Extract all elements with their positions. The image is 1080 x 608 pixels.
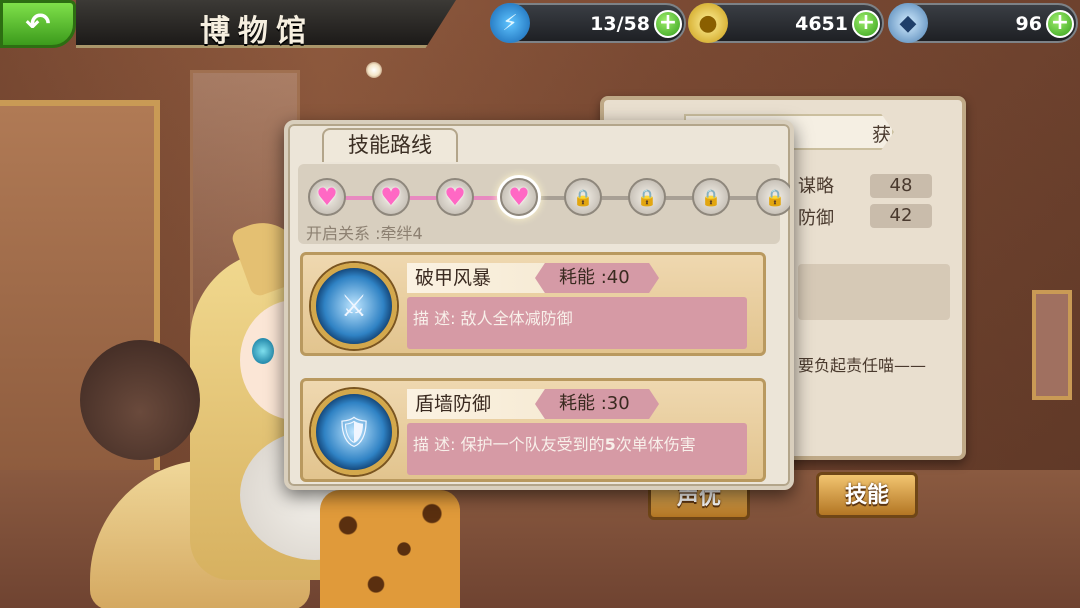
coin-icon: ● bbox=[688, 3, 728, 43]
desc-prefix: 描 述: bbox=[413, 435, 461, 454]
route-node-unlocked[interactable]: ♥ bbox=[308, 178, 346, 216]
route-node-locked[interactable]: 🔒 bbox=[756, 178, 790, 216]
gold-resource: ● 4651 + bbox=[688, 3, 884, 43]
skill-button[interactable]: 技能 bbox=[816, 472, 918, 518]
desc-text: 敌人全体减防御 bbox=[460, 309, 573, 328]
skill-description: 描 述: 敌人全体减防御 bbox=[413, 305, 573, 329]
gem-value: 96 bbox=[1015, 13, 1042, 35]
desc-count: 5 bbox=[604, 435, 616, 454]
energy-resource: ⚡ 13/58 + bbox=[490, 3, 686, 43]
skill-name: 盾墙防御 bbox=[415, 393, 492, 415]
heart-icon: ♥ bbox=[316, 183, 338, 211]
route-node-unlocked[interactable]: ♥ bbox=[436, 178, 474, 216]
lock-icon: 🔒 bbox=[765, 187, 785, 207]
lock-icon: 🔒 bbox=[637, 187, 657, 207]
shield-icon: 🛡 bbox=[311, 389, 397, 475]
skill-cost: 耗能 :30 bbox=[559, 393, 630, 414]
skill-route-modal: 技能路线 ♥ ♥ ♥ ♥ 🔒 🔒 🔒 🔒 开启关系 :牵绊4 ⚔ 破甲风暴 耗能 :40 描 … bbox=[284, 120, 794, 490]
ceiling-lamp bbox=[366, 62, 382, 78]
stat-value-defense: 42 bbox=[870, 204, 932, 228]
heart-icon: ♥ bbox=[508, 183, 530, 211]
stat-label-defense: 防御 bbox=[798, 208, 834, 229]
skill-card[interactable]: 🛡 盾墙防御 耗能 :30 描 述: 保护一个队友受到的5次单体伤害 bbox=[300, 378, 766, 482]
skill-card[interactable]: ⚔ 破甲风暴 耗能 :40 描 述: 敌人全体减防御 bbox=[300, 252, 766, 356]
top-bar: ↶ 博物馆 ⚡ 13/58 + ● 4651 + ◆ 96 + bbox=[0, 0, 1080, 52]
character-leopard-cape bbox=[320, 490, 460, 608]
desc-text-pre: 保护一个队友受到的 bbox=[460, 435, 605, 454]
route-progress-fill bbox=[322, 196, 512, 200]
unlock-requirement: 开启关系 :牵绊4 bbox=[306, 224, 423, 243]
lock-icon: 🔒 bbox=[701, 187, 721, 207]
character-paw bbox=[80, 340, 200, 460]
route-node-unlocked[interactable]: ♥ bbox=[372, 178, 410, 216]
page-title: 博物馆 bbox=[200, 14, 314, 49]
skill-route-bar: ♥ ♥ ♥ ♥ 🔒 🔒 🔒 🔒 开启关系 :牵绊4 bbox=[298, 164, 790, 244]
character-quote: 要负起责任喵—— bbox=[798, 356, 927, 375]
route-node-locked[interactable]: 🔒 bbox=[628, 178, 666, 216]
gem-resource: ◆ 96 + bbox=[888, 3, 1078, 43]
add-gold-button[interactable]: + bbox=[852, 10, 880, 38]
crystal-icon: ◆ bbox=[888, 3, 928, 43]
skill-name: 破甲风暴 bbox=[415, 267, 492, 289]
info-bar bbox=[798, 264, 950, 320]
desc-text-post: 次单体伤害 bbox=[615, 435, 696, 454]
desc-prefix: 描 述: bbox=[413, 309, 461, 328]
skill-route-tab[interactable]: 技能路线 bbox=[322, 128, 458, 162]
lightning-icon: ⚡ bbox=[490, 3, 530, 43]
character-name: 获 bbox=[872, 124, 892, 146]
helmet-sword-icon: ⚔ bbox=[311, 263, 397, 349]
back-button[interactable]: ↶ bbox=[0, 0, 76, 48]
skill-description: 描 述: 保护一个队友受到的5次单体伤害 bbox=[413, 431, 696, 455]
add-gem-button[interactable]: + bbox=[1046, 10, 1074, 38]
skill-cost: 耗能 :40 bbox=[559, 267, 630, 288]
route-node-current[interactable]: ♥ bbox=[500, 178, 538, 216]
heart-icon: ♥ bbox=[380, 183, 402, 211]
add-energy-button[interactable]: + bbox=[654, 10, 682, 38]
back-arrow-icon: ↶ bbox=[25, 6, 51, 42]
route-node-locked[interactable]: 🔒 bbox=[692, 178, 730, 216]
character-eye bbox=[252, 338, 274, 364]
heart-icon: ♥ bbox=[444, 183, 466, 211]
gold-value: 4651 bbox=[795, 13, 848, 35]
energy-value: 13/58 bbox=[590, 13, 650, 35]
stat-label-strategy: 谋略 bbox=[798, 176, 834, 197]
lock-icon: 🔒 bbox=[573, 187, 593, 207]
route-node-locked[interactable]: 🔒 bbox=[564, 178, 602, 216]
wall-picture-frame bbox=[1032, 290, 1072, 400]
stat-value-strategy: 48 bbox=[870, 174, 932, 198]
